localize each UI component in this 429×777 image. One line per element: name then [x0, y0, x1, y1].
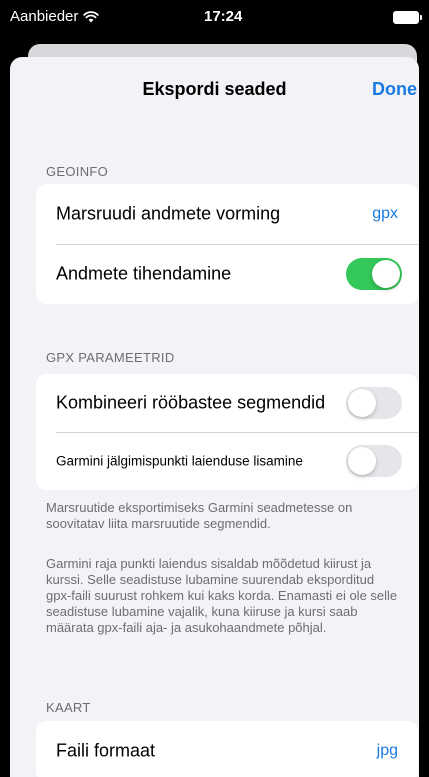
garmin-extension-toggle[interactable] [346, 445, 402, 477]
export-settings-sheet: Ekspordi seaded Done GEOINFO Marsruudi a… [10, 57, 419, 777]
toggle-knob [372, 260, 400, 288]
battery-icon [393, 11, 422, 24]
garmin-extension-row: Garmini jälgimispunkti laienduse lisamin… [36, 432, 418, 490]
toggle-knob [348, 447, 376, 475]
gpx-footnote-segments: Marsruutide eksportimiseks Garmini seadm… [46, 500, 353, 531]
combine-segments-row: Kombineeri rööbastee segmendid [36, 374, 418, 432]
compression-label: Andmete tihendamine [56, 263, 232, 284]
section-header-map: KAART [46, 700, 91, 715]
garmin-extension-label: Garmini jälgimispunkti laienduse lisamin… [56, 453, 303, 469]
gpx-footnote-garmin: Garmini raja punkti laiendus sisaldab mõ… [46, 556, 398, 635]
status-time: 17:24 [204, 8, 243, 25]
route-format-value[interactable]: gpx [372, 205, 398, 223]
carrier-name: Aanbieder [10, 8, 79, 25]
toggle-knob [348, 389, 376, 417]
section-header-gpx: GPX PARAMEETRID [46, 350, 175, 365]
status-bar: Aanbieder 17:24 [0, 0, 429, 36]
done-button[interactable]: Done [372, 79, 417, 100]
compression-toggle[interactable] [346, 258, 402, 290]
wifi-icon [83, 10, 100, 23]
geoinfo-group: Marsruudi andmete vorming gpx Andmete ti… [36, 184, 418, 304]
combine-segments-label: Kombineeri rööbastee segmendid [56, 392, 326, 413]
page-title: Ekspordi seaded [142, 79, 287, 99]
section-header-geoinfo: GEOINFO [46, 164, 109, 179]
route-format-label: Marsruudi andmete vorming [56, 203, 281, 224]
route-format-row[interactable]: Marsruudi andmete vorming gpx [36, 184, 418, 244]
file-format-row[interactable]: Faili formaat jpg [36, 721, 418, 777]
file-format-label: Faili formaat [56, 740, 156, 761]
file-format-value[interactable]: jpg [377, 742, 398, 760]
gpx-group: Kombineeri rööbastee segmendid Garmini j… [36, 374, 418, 490]
combine-segments-toggle[interactable] [346, 387, 402, 419]
map-group: Faili formaat jpg [36, 721, 418, 777]
carrier-info: Aanbieder [10, 8, 100, 25]
compression-row: Andmete tihendamine [36, 244, 418, 304]
